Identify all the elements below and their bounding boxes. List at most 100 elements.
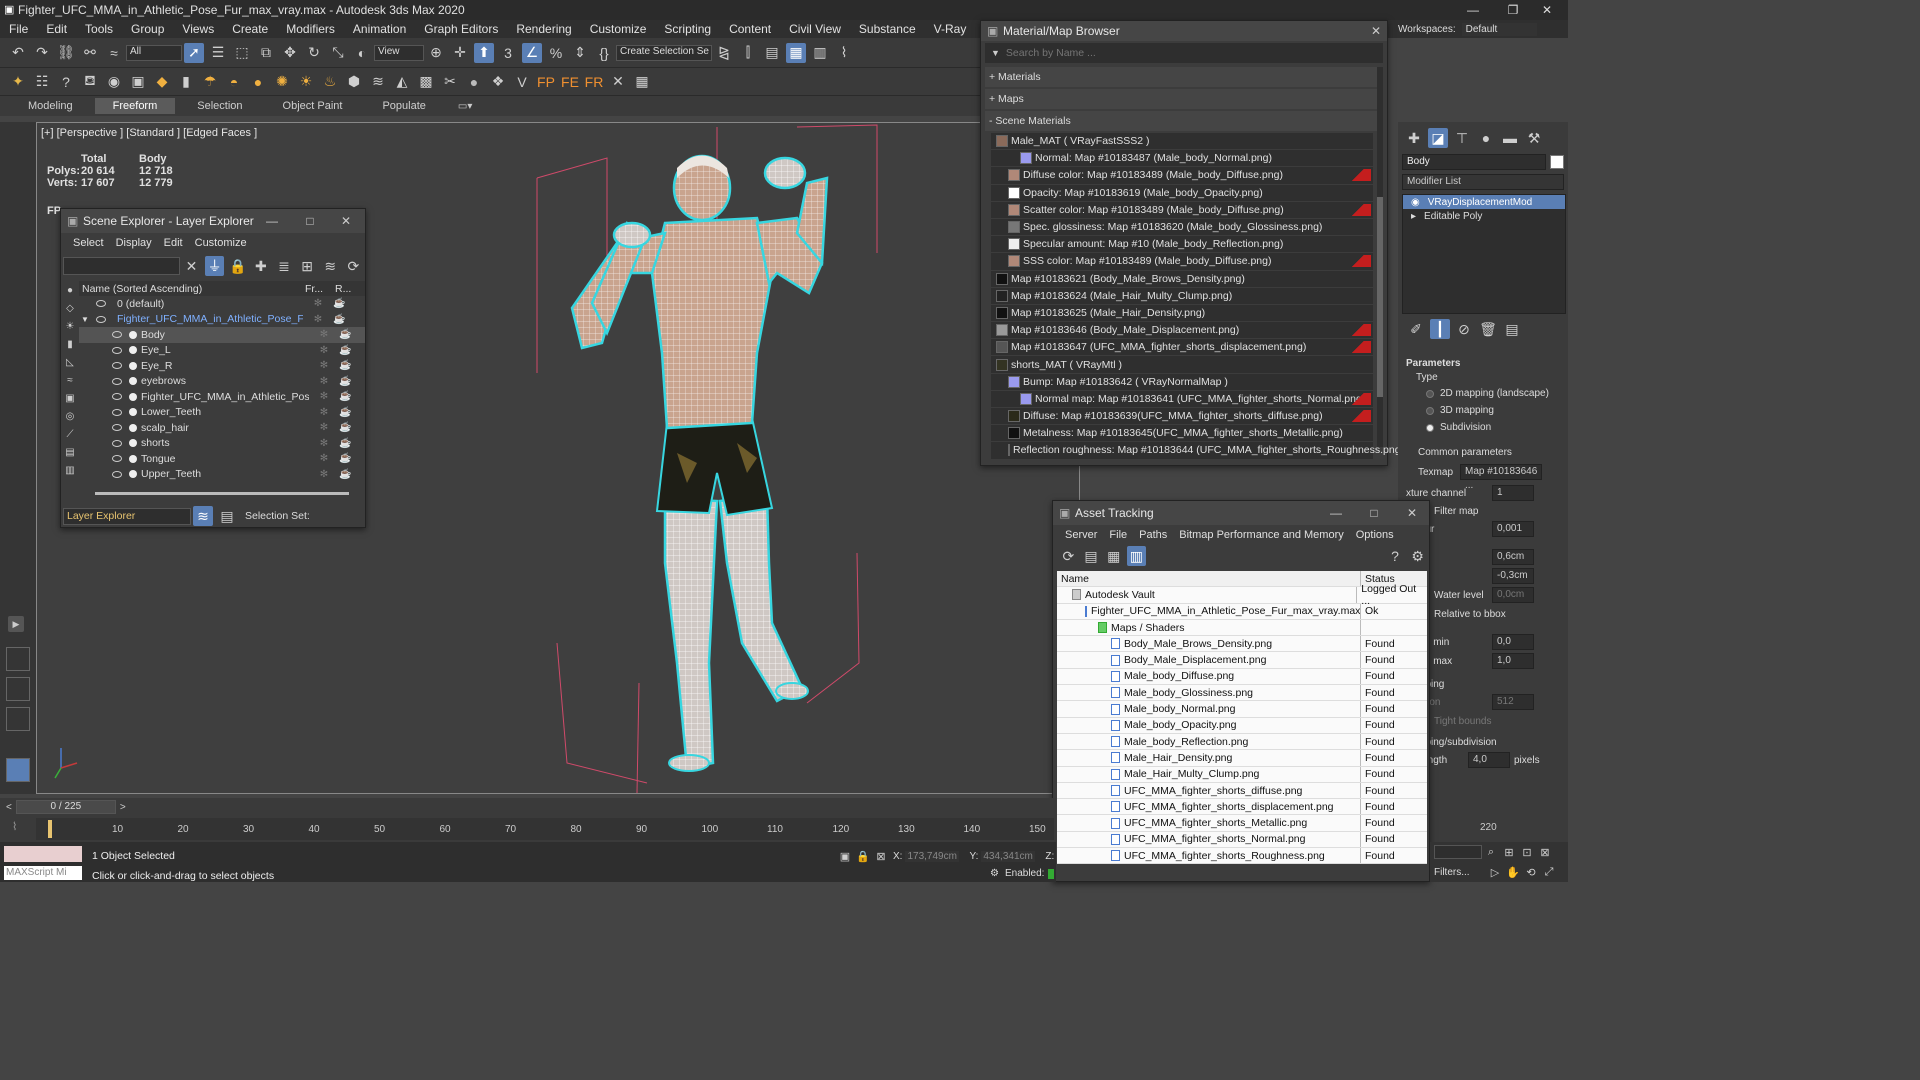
visibility-eye-icon[interactable] bbox=[112, 408, 122, 416]
menu-edit[interactable]: Edit bbox=[37, 20, 76, 38]
texmap-max-spinner[interactable]: 1,0 bbox=[1492, 653, 1534, 669]
clear-search-icon[interactable]: ✕ bbox=[182, 256, 201, 276]
asset-row[interactable]: Male_body_Diffuse.png Found bbox=[1057, 668, 1427, 686]
renderable-teapot-icon[interactable]: ☕ bbox=[333, 314, 345, 325]
material-row[interactable]: SSS color: Map #10183489 (Male_body_Diff… bbox=[991, 253, 1373, 271]
pan-icon[interactable]: ✋ bbox=[1506, 865, 1520, 879]
material-row[interactable]: Diffuse color: Map #10183489 (Male_body_… bbox=[991, 167, 1373, 185]
viewport-layout-1-icon[interactable] bbox=[6, 647, 30, 671]
material-row[interactable]: Map #10183625 (Male_Hair_Density.png) bbox=[991, 304, 1373, 323]
texmap-button[interactable]: Map #10183646 ... bbox=[1460, 464, 1542, 491]
pivot-icon[interactable]: ⊕ bbox=[426, 43, 446, 63]
close-icon[interactable]: ✕ bbox=[331, 209, 361, 233]
layer-stack-icon[interactable]: ≋ bbox=[321, 256, 340, 276]
maximize-icon[interactable]: □ bbox=[1359, 501, 1389, 525]
vray-mesh-icon[interactable]: ▩ bbox=[416, 72, 436, 92]
renderable-teapot-icon[interactable]: ☕ bbox=[333, 298, 345, 309]
camera-icon[interactable]: ▮ bbox=[176, 72, 196, 92]
fp-icon[interactable]: FP bbox=[536, 72, 556, 92]
close-icon[interactable]: ✕ bbox=[1361, 21, 1391, 41]
select-by-name-icon[interactable]: ☰ bbox=[208, 43, 228, 63]
menu-substance[interactable]: Substance bbox=[850, 20, 925, 38]
light-filter-icon[interactable]: ☀ bbox=[63, 319, 77, 333]
scene-explorer-row[interactable]: scalp_hair ✻ ☕ bbox=[79, 420, 365, 436]
material-editor-icon[interactable]: ❖ bbox=[488, 72, 508, 92]
vray-sphere-icon[interactable]: ● bbox=[248, 72, 268, 92]
fe-icon[interactable]: FE bbox=[560, 72, 580, 92]
asset-row[interactable]: Male_body_Glossiness.png Found bbox=[1057, 685, 1427, 702]
freeze-icon[interactable]: ✻ bbox=[309, 438, 339, 449]
asset-row[interactable]: UFC_MMA_fighter_shorts_Roughness.png Foun… bbox=[1057, 848, 1427, 865]
window-crossing-icon[interactable]: ⧉ bbox=[256, 43, 276, 63]
material-browser-scrollbar[interactable] bbox=[1377, 67, 1383, 447]
asset-row[interactable]: UFC_MMA_fighter_shorts_Metallic.png Found bbox=[1057, 815, 1427, 832]
menu-v-ray[interactable]: V-Ray bbox=[925, 20, 976, 38]
slider-next-icon[interactable]: > bbox=[120, 802, 126, 813]
display-tab-icon[interactable]: ▬ bbox=[1500, 128, 1520, 148]
asset-row[interactable]: Male_body_Opacity.png Found bbox=[1057, 717, 1427, 734]
curve-editor-icon[interactable]: ⌇ bbox=[834, 43, 854, 63]
freeze-icon[interactable]: ✻ bbox=[309, 453, 339, 464]
zoom-all-icon[interactable]: ⊞ bbox=[1502, 845, 1516, 859]
scene-explorer-scrollbar[interactable] bbox=[79, 489, 365, 499]
sync-icon[interactable]: ⟳ bbox=[344, 256, 363, 276]
viewport-layout-2-icon[interactable] bbox=[6, 677, 30, 701]
add-layer-icon[interactable]: ✚ bbox=[251, 256, 270, 276]
absolute-mode-icon[interactable]: ⊠ bbox=[874, 849, 888, 863]
scene-explorer-titlebar[interactable]: ▣ Scene Explorer - Layer Explorer — □ ✕ bbox=[61, 209, 365, 233]
renderable-teapot-icon[interactable]: ☕ bbox=[339, 345, 351, 356]
menu-civil-view[interactable]: Civil View bbox=[780, 20, 850, 38]
placement-icon[interactable]: ◐ bbox=[352, 43, 372, 63]
material-ball-icon[interactable]: ● bbox=[464, 72, 484, 92]
column-frozen-header[interactable]: Fr... bbox=[305, 283, 335, 295]
orbit-icon[interactable]: ⟲ bbox=[1524, 865, 1538, 879]
group-maps[interactable]: + Maps bbox=[985, 89, 1383, 109]
make-unique-icon[interactable]: ⊘ bbox=[1454, 319, 1474, 339]
layer-explorer-icon[interactable]: ▦ bbox=[786, 42, 806, 63]
scene-explorer-row[interactable]: Body ✻ ☕ bbox=[79, 327, 365, 343]
freeze-icon[interactable]: ✻ bbox=[309, 469, 339, 480]
select-object-icon[interactable]: ➚ bbox=[184, 42, 204, 63]
bind-spacewarp-icon[interactable]: ≈ bbox=[104, 43, 124, 63]
key-filter-dropdown[interactable] bbox=[1434, 845, 1482, 859]
visibility-eye-icon[interactable] bbox=[112, 331, 122, 339]
teapot-icon[interactable]: ⛾ bbox=[80, 72, 100, 92]
object-color-swatch[interactable] bbox=[1550, 155, 1564, 169]
menu-animation[interactable]: Animation bbox=[344, 20, 415, 38]
se-menu-customize[interactable]: Customize bbox=[189, 233, 253, 253]
time-slider[interactable]: < 0 / 225 > bbox=[0, 798, 1056, 816]
type-2d-radio[interactable]: 2D mapping (landscape) bbox=[1426, 388, 1568, 399]
filter-blur-spinner[interactable]: 0,001 bbox=[1492, 521, 1534, 537]
enabled-indicator[interactable] bbox=[1048, 868, 1055, 879]
visibility-eye-icon[interactable] bbox=[112, 424, 122, 432]
eye-icon[interactable]: ◉ bbox=[1411, 197, 1420, 208]
material-row[interactable]: Opacity: Map #10183619 (Male_body_Opacit… bbox=[991, 184, 1373, 202]
material-row[interactable]: Map #10183647 (UFC_MMA_fighter_shorts_di… bbox=[991, 339, 1373, 357]
visibility-eye-icon[interactable] bbox=[112, 346, 122, 354]
menu-file[interactable]: File bbox=[0, 20, 37, 38]
x-coordinate-field[interactable]: 173,749cm bbox=[905, 850, 960, 862]
visibility-eye-icon[interactable] bbox=[96, 300, 106, 308]
at-menu-paths[interactable]: Paths bbox=[1133, 525, 1173, 545]
asset-row[interactable]: UFC_MMA_fighter_shorts_displacement.png F… bbox=[1057, 799, 1427, 816]
scene-explorer-row[interactable]: Eye_R ✻ ☕ bbox=[79, 358, 365, 374]
parameters-title[interactable]: Parameters bbox=[1406, 358, 1568, 369]
ribbon-tab-freeform[interactable]: Freeform bbox=[94, 98, 176, 114]
renderable-teapot-icon[interactable]: ☕ bbox=[339, 422, 351, 433]
zoom-extents-all-icon[interactable]: ⊠ bbox=[1538, 845, 1552, 859]
freeze-icon[interactable]: ✻ bbox=[309, 329, 339, 340]
layers-icon[interactable]: ≣ bbox=[274, 256, 293, 276]
ribbon-options-icon[interactable]: ▭▾ bbox=[458, 101, 472, 112]
display-all-icon[interactable]: ● bbox=[63, 283, 77, 297]
menu-scripting[interactable]: Scripting bbox=[655, 20, 720, 38]
renderable-teapot-icon[interactable]: ☕ bbox=[339, 469, 351, 480]
filters-button[interactable]: Filters... bbox=[1434, 867, 1486, 878]
xref-filter-icon[interactable]: ◎ bbox=[63, 409, 77, 423]
asset-row[interactable]: Male_body_Reflection.png Found bbox=[1057, 733, 1427, 751]
group-filter-icon[interactable]: ▣ bbox=[63, 391, 77, 405]
material-row[interactable]: Male_MAT ( VRayFastSSS2 ) bbox=[991, 133, 1373, 151]
asset-name-header[interactable]: Name bbox=[1057, 571, 1361, 587]
asset-row[interactable]: Body_Male_Brows_Density.png Found bbox=[1057, 636, 1427, 653]
expand-arrow-icon[interactable]: ▶ bbox=[8, 616, 24, 632]
scene-explorer-row[interactable]: Lower_Teeth ✻ ☕ bbox=[79, 405, 365, 421]
